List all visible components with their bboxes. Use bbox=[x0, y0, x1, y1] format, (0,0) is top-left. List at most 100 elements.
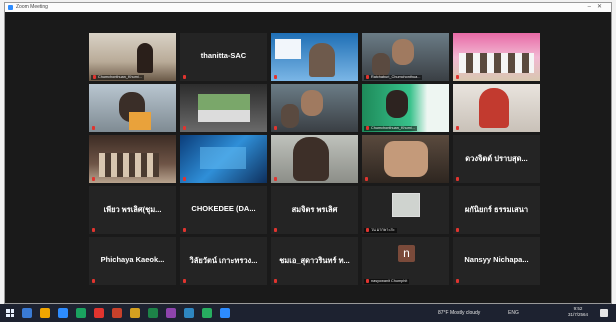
participant-tile[interactable]: ดวงจิตต์ ปราบสุด... bbox=[453, 135, 540, 183]
window-controls[interactable]: –✕ bbox=[588, 3, 608, 11]
zoom-window: Zoom Meeting –✕ Chumchonthuan_Khumi... th… bbox=[4, 2, 612, 304]
participant-tile[interactable]: Chumchonthuan_Khumi... bbox=[89, 33, 176, 81]
participant-label-text: Ratchaburi_Chumchonthua... bbox=[371, 75, 421, 79]
participant-tile[interactable] bbox=[89, 135, 176, 183]
participant-tile[interactable]: Chumchonthuan_Khumi... bbox=[362, 84, 449, 132]
participant-label: Ratchaburi_Chumchonthua... bbox=[364, 75, 423, 80]
muted-mic-icon bbox=[274, 126, 277, 130]
participant-tile[interactable]: Ratchaburi_Chumchonthua... bbox=[362, 33, 449, 81]
clock-date: 31/7/2564 bbox=[568, 312, 589, 317]
participant-tile[interactable] bbox=[271, 33, 358, 81]
muted-mic-icon bbox=[183, 177, 186, 181]
participant-name: ผกันิยกร์ ธรรมเสนา bbox=[464, 205, 529, 214]
participant-video bbox=[89, 33, 176, 81]
participant-tile[interactable]: ผกันิยกร์ ธรรมเสนา bbox=[453, 186, 540, 234]
participant-profile-picture bbox=[392, 193, 420, 217]
participant-label-text: nasyowanit Chumphit bbox=[371, 279, 408, 283]
participant-name: CHOKEDEE (DA... bbox=[191, 204, 256, 213]
windows-start-icon[interactable] bbox=[6, 309, 14, 317]
muted-mic-icon bbox=[456, 75, 459, 79]
gallery-view: Chumchonthuan_Khumi... thanitta-SAC Ratcha… bbox=[89, 33, 540, 285]
participant-tile[interactable]: thanitta-SAC bbox=[180, 33, 267, 81]
taskbar-app-icon[interactable] bbox=[166, 308, 176, 318]
participant-tile[interactable] bbox=[180, 135, 267, 183]
participant-name: เพียว พรเลิศ(ชุม... bbox=[103, 205, 162, 214]
taskbar-app-icon[interactable] bbox=[148, 308, 158, 318]
muted-mic-icon bbox=[92, 177, 95, 181]
participant-tile[interactable]: วน มากพาะสะ bbox=[362, 186, 449, 234]
muted-mic-icon bbox=[456, 228, 459, 232]
muted-mic-icon bbox=[183, 126, 186, 130]
participant-video bbox=[180, 84, 267, 132]
muted-mic-icon bbox=[456, 279, 459, 283]
taskbar-app-icon[interactable] bbox=[112, 308, 122, 318]
taskbar-app-icon[interactable] bbox=[76, 308, 86, 318]
muted-mic-icon bbox=[183, 279, 186, 283]
participant-tile[interactable] bbox=[180, 84, 267, 132]
taskbar-app-icon[interactable] bbox=[58, 308, 68, 318]
taskbar-app-icon[interactable] bbox=[94, 308, 104, 318]
participant-video bbox=[271, 135, 358, 183]
zoom-logo-icon bbox=[8, 5, 13, 10]
participant-video bbox=[453, 84, 540, 132]
participant-tile[interactable]: ชมเอ_สุดาวรินทร์ ท... bbox=[271, 237, 358, 285]
muted-mic-icon bbox=[183, 75, 186, 79]
participant-video bbox=[271, 33, 358, 81]
participant-tile[interactable] bbox=[453, 84, 540, 132]
muted-mic-icon bbox=[92, 228, 95, 232]
participant-label: Chumchonthuan_Khumi... bbox=[91, 75, 144, 80]
system-tray-language[interactable]: ENG bbox=[508, 308, 519, 318]
taskbar-app-icon[interactable] bbox=[130, 308, 140, 318]
muted-mic-icon bbox=[274, 228, 277, 232]
windows-taskbar: 87°F Mostly cloudy ENG 9:52 31/7/2564 bbox=[0, 304, 616, 322]
taskbar-app-icon[interactable] bbox=[40, 308, 50, 318]
taskbar-app-icon[interactable] bbox=[22, 308, 32, 318]
participant-tile[interactable]: วิลัยวัตน์ เกาะทรวง... bbox=[180, 237, 267, 285]
muted-mic-icon bbox=[92, 279, 95, 283]
participant-name: Phichaya Kaeok... bbox=[100, 255, 165, 264]
participant-tile[interactable] bbox=[271, 84, 358, 132]
muted-mic-icon bbox=[92, 126, 95, 130]
participant-label-text: Chumchonthuan_Khumi... bbox=[98, 75, 142, 79]
muted-mic-icon bbox=[366, 126, 369, 130]
taskbar-app-icon[interactable] bbox=[202, 308, 212, 318]
taskbar-clock[interactable]: 9:52 31/7/2564 bbox=[568, 306, 588, 318]
muted-mic-icon bbox=[456, 177, 459, 181]
participant-name: วิลัยวัตน์ เกาะทรวง... bbox=[189, 256, 258, 265]
muted-mic-icon bbox=[183, 228, 186, 232]
muted-mic-icon bbox=[366, 75, 369, 79]
muted-mic-icon bbox=[274, 177, 277, 181]
muted-mic-icon bbox=[366, 279, 369, 283]
participant-tile[interactable] bbox=[271, 135, 358, 183]
participant-tile[interactable]: CHOKEDEE (DA... bbox=[180, 186, 267, 234]
participant-name: ชมเอ_สุดาวรินทร์ ท... bbox=[279, 256, 350, 265]
participant-tile[interactable]: Phichaya Kaeok... bbox=[89, 237, 176, 285]
participant-video bbox=[362, 84, 449, 132]
weather-widget[interactable]: 87°F Mostly cloudy bbox=[438, 308, 480, 318]
window-titlebar: Zoom Meeting –✕ bbox=[5, 3, 611, 12]
taskbar-app-icon[interactable] bbox=[220, 308, 230, 318]
muted-mic-icon bbox=[365, 177, 368, 181]
muted-mic-icon bbox=[274, 279, 277, 283]
participant-name: Nansyy Nichapa... bbox=[464, 255, 529, 264]
participant-name: สมจิตร พรเลิศ bbox=[291, 205, 338, 214]
participant-tile[interactable]: เพียว พรเลิศ(ชุม... bbox=[89, 186, 176, 234]
participant-video bbox=[89, 84, 176, 132]
participant-video bbox=[271, 84, 358, 132]
muted-mic-icon bbox=[93, 75, 96, 79]
participant-tile[interactable]: n nasyowanit Chumphit bbox=[362, 237, 449, 285]
participant-video bbox=[362, 135, 449, 183]
taskbar-app-icon[interactable] bbox=[184, 308, 194, 318]
participant-tile[interactable]: สมจิตร พรเลิศ bbox=[271, 186, 358, 234]
participant-tile[interactable] bbox=[89, 84, 176, 132]
participant-label: วน มากพาะสะ bbox=[364, 228, 397, 233]
participant-avatar: n bbox=[398, 245, 415, 262]
participant-tile[interactable] bbox=[453, 33, 540, 81]
participant-tile[interactable] bbox=[362, 135, 449, 183]
participant-name: thanitta-SAC bbox=[200, 51, 247, 60]
participant-label-text: วน มากพาะสะ bbox=[371, 228, 395, 232]
window-title: Zoom Meeting bbox=[16, 4, 48, 10]
participant-label: nasyowanit Chumphit bbox=[364, 279, 410, 284]
notification-icon[interactable] bbox=[600, 309, 608, 317]
participant-tile[interactable]: Nansyy Nichapa... bbox=[453, 237, 540, 285]
